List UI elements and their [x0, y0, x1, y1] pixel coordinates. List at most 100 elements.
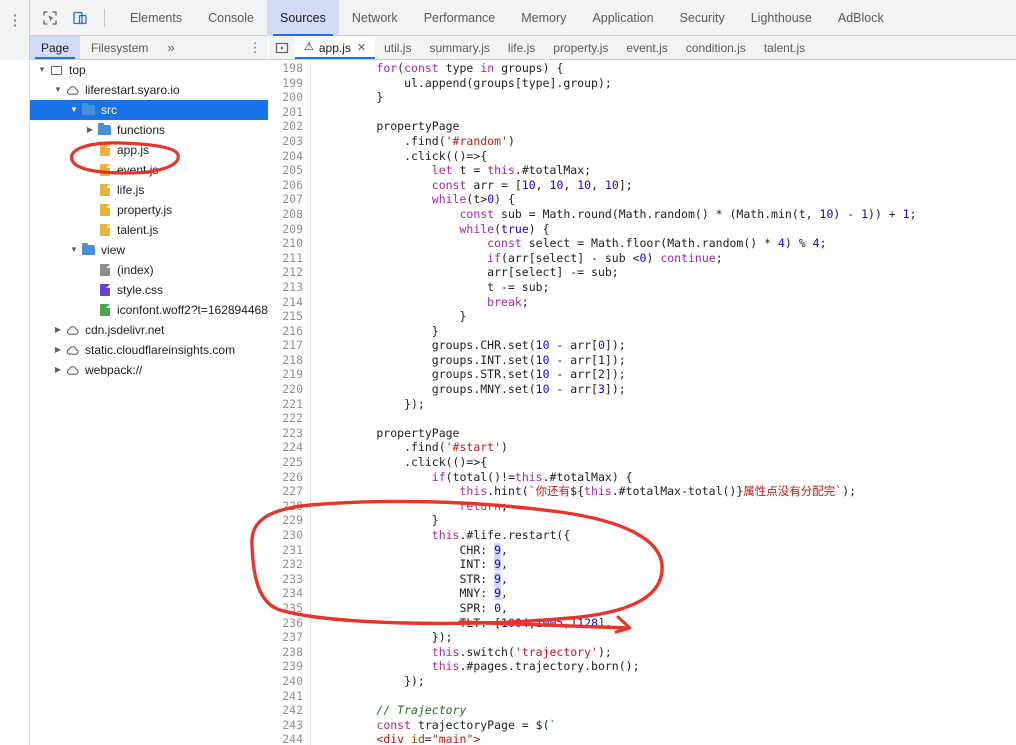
- code-line[interactable]: 204 .click(()=>{: [269, 148, 1016, 164]
- line-content[interactable]: this.hint(`你还有${this.#totalMax-total()}属…: [311, 484, 1016, 499]
- code-line[interactable]: 213 t -= sub;: [269, 279, 1016, 295]
- line-content[interactable]: const sub = Math.round(Math.random() * (…: [311, 207, 1016, 222]
- line-content[interactable]: const arr = [10, 10, 10, 10];: [311, 178, 1016, 193]
- line-number[interactable]: 218: [269, 352, 311, 368]
- code-line[interactable]: 202 propertyPage: [269, 119, 1016, 134]
- line-number[interactable]: 231: [269, 542, 311, 558]
- line-number[interactable]: 208: [269, 206, 311, 222]
- line-number[interactable]: 205: [269, 163, 311, 178]
- code-line[interactable]: 212 arr[select] -= sub;: [269, 265, 1016, 280]
- line-number[interactable]: 233: [269, 571, 311, 587]
- code-line[interactable]: 239 this.#pages.trajectory.born();: [269, 659, 1016, 674]
- editor-tab-app-js[interactable]: ⚠ app.js ✕: [295, 36, 376, 59]
- tree-item-index[interactable]: (index): [30, 260, 268, 280]
- code-line[interactable]: 205 let t = this.#totalMax;: [269, 163, 1016, 178]
- line-content[interactable]: let t = this.#totalMax;: [311, 163, 1016, 178]
- tab-lighthouse[interactable]: Lighthouse: [738, 0, 825, 36]
- tree-item-top[interactable]: ▼ top: [30, 60, 268, 80]
- line-number[interactable]: 198: [269, 61, 311, 76]
- code-line[interactable]: 207 while(t>0) {: [269, 192, 1016, 207]
- line-number[interactable]: 213: [269, 279, 311, 295]
- line-number[interactable]: 243: [269, 717, 311, 733]
- inspect-element-icon[interactable]: [40, 8, 60, 28]
- nav-more-icon[interactable]: »: [159, 36, 182, 59]
- line-number[interactable]: 220: [269, 382, 311, 397]
- tree-item-static-cloudflareinsights-com[interactable]: ▶ static.cloudflareinsights.com: [30, 340, 268, 360]
- line-content[interactable]: <div id="main">: [311, 732, 1016, 745]
- code-line[interactable]: 235 SPR: 0,: [269, 600, 1016, 616]
- editor-tab-property-js[interactable]: property.js: [544, 36, 617, 59]
- line-number[interactable]: 211: [269, 250, 311, 266]
- code-line[interactable]: 226 if(total()!=this.#totalMax) {: [269, 469, 1016, 485]
- tab-application[interactable]: Application: [579, 0, 666, 36]
- line-number[interactable]: 234: [269, 586, 311, 601]
- tree-item-talent-js[interactable]: talent.js: [30, 220, 268, 240]
- tab-console[interactable]: Console: [195, 0, 267, 36]
- line-number[interactable]: 203: [269, 133, 311, 149]
- chevron-right-icon[interactable]: ▶: [84, 120, 96, 140]
- chevron-down-icon[interactable]: ▼: [52, 80, 64, 100]
- line-content[interactable]: .find('#random'): [311, 134, 1016, 149]
- line-content[interactable]: groups.MNY.set(10 - arr[3]);: [311, 382, 1016, 397]
- code-line[interactable]: 200 }: [269, 90, 1016, 105]
- code-line[interactable]: 230 this.#life.restart({: [269, 528, 1016, 543]
- chevron-right-icon[interactable]: ▶: [52, 320, 64, 340]
- device-toolbar-icon[interactable]: [70, 8, 90, 28]
- line-content[interactable]: ul.append(groups[type].group);: [311, 76, 1016, 91]
- code-line[interactable]: 234 MNY: 9,: [269, 586, 1016, 601]
- line-number[interactable]: 238: [269, 644, 311, 660]
- chevron-down-icon[interactable]: ▼: [68, 240, 80, 260]
- line-content[interactable]: }: [311, 513, 1016, 528]
- line-number[interactable]: 225: [269, 455, 311, 470]
- line-content[interactable]: INT: 9,: [311, 557, 1016, 572]
- line-content[interactable]: propertyPage: [311, 426, 1016, 441]
- line-number[interactable]: 217: [269, 338, 311, 353]
- editor-tab-condition-js[interactable]: condition.js: [677, 36, 755, 59]
- code-editor[interactable]: 198 for(const type in groups) {199 ul.ap…: [269, 61, 1016, 745]
- line-number[interactable]: 212: [269, 265, 311, 280]
- code-line[interactable]: 201: [269, 104, 1016, 120]
- line-number[interactable]: 232: [269, 557, 311, 572]
- line-number[interactable]: 200: [269, 90, 311, 105]
- line-content[interactable]: .click(()=>{: [311, 149, 1016, 164]
- code-line[interactable]: 224 .find('#start'): [269, 440, 1016, 456]
- line-content[interactable]: while(true) {: [311, 222, 1016, 237]
- code-line[interactable]: 237 });: [269, 630, 1016, 645]
- line-number[interactable]: 244: [269, 732, 311, 745]
- code-line[interactable]: 210 const select = Math.floor(Math.rando…: [269, 236, 1016, 251]
- line-content[interactable]: });: [311, 397, 1016, 412]
- tree-item-cdn-jsdelivr-net[interactable]: ▶ cdn.jsdelivr.net: [30, 320, 268, 340]
- code-line[interactable]: 236 TLT: [1004,1005,1128],: [269, 615, 1016, 631]
- line-content[interactable]: [311, 411, 1016, 426]
- tab-sources[interactable]: Sources: [266, 0, 339, 36]
- tab-network[interactable]: Network: [339, 0, 411, 36]
- line-content[interactable]: t -= sub;: [311, 280, 1016, 295]
- line-number[interactable]: 226: [269, 469, 311, 485]
- code-line[interactable]: 240 });: [269, 673, 1016, 689]
- tab-adblock[interactable]: AdBlock: [825, 0, 897, 36]
- line-content[interactable]: propertyPage: [311, 119, 1016, 134]
- code-line[interactable]: 225 .click(()=>{: [269, 455, 1016, 470]
- code-line[interactable]: 219 groups.STR.set(10 - arr[2]);: [269, 367, 1016, 383]
- code-line[interactable]: 233 STR: 9,: [269, 571, 1016, 587]
- code-line[interactable]: 220 groups.MNY.set(10 - arr[3]);: [269, 382, 1016, 397]
- code-line[interactable]: 231 CHR: 9,: [269, 542, 1016, 558]
- line-content[interactable]: .click(()=>{: [311, 455, 1016, 470]
- rail-kebab-menu-icon[interactable]: ⋮: [0, 10, 30, 32]
- code-line[interactable]: 228 return;: [269, 498, 1016, 514]
- line-number[interactable]: 210: [269, 236, 311, 251]
- editor-tab-life-js[interactable]: life.js: [499, 36, 544, 59]
- navigator-file-tree[interactable]: ▼ top ▼ liferestart.syaro.io ▼ src ▶ functions a…: [30, 60, 268, 745]
- tab-memory[interactable]: Memory: [508, 0, 579, 36]
- tree-item-life-js[interactable]: life.js: [30, 180, 268, 200]
- code-line[interactable]: 211 if(arr[select] - sub <0) continue;: [269, 250, 1016, 266]
- line-content[interactable]: groups.STR.set(10 - arr[2]);: [311, 367, 1016, 382]
- chevron-down-icon[interactable]: ▼: [68, 100, 80, 120]
- line-number[interactable]: 224: [269, 440, 311, 456]
- code-line[interactable]: 214 break;: [269, 294, 1016, 310]
- line-content[interactable]: MNY: 9,: [311, 586, 1016, 601]
- line-content[interactable]: groups.CHR.set(10 - arr[0]);: [311, 338, 1016, 353]
- line-content[interactable]: if(arr[select] - sub <0) continue;: [311, 251, 1016, 266]
- line-number[interactable]: 222: [269, 411, 311, 426]
- tree-item-functions[interactable]: ▶ functions: [30, 120, 268, 140]
